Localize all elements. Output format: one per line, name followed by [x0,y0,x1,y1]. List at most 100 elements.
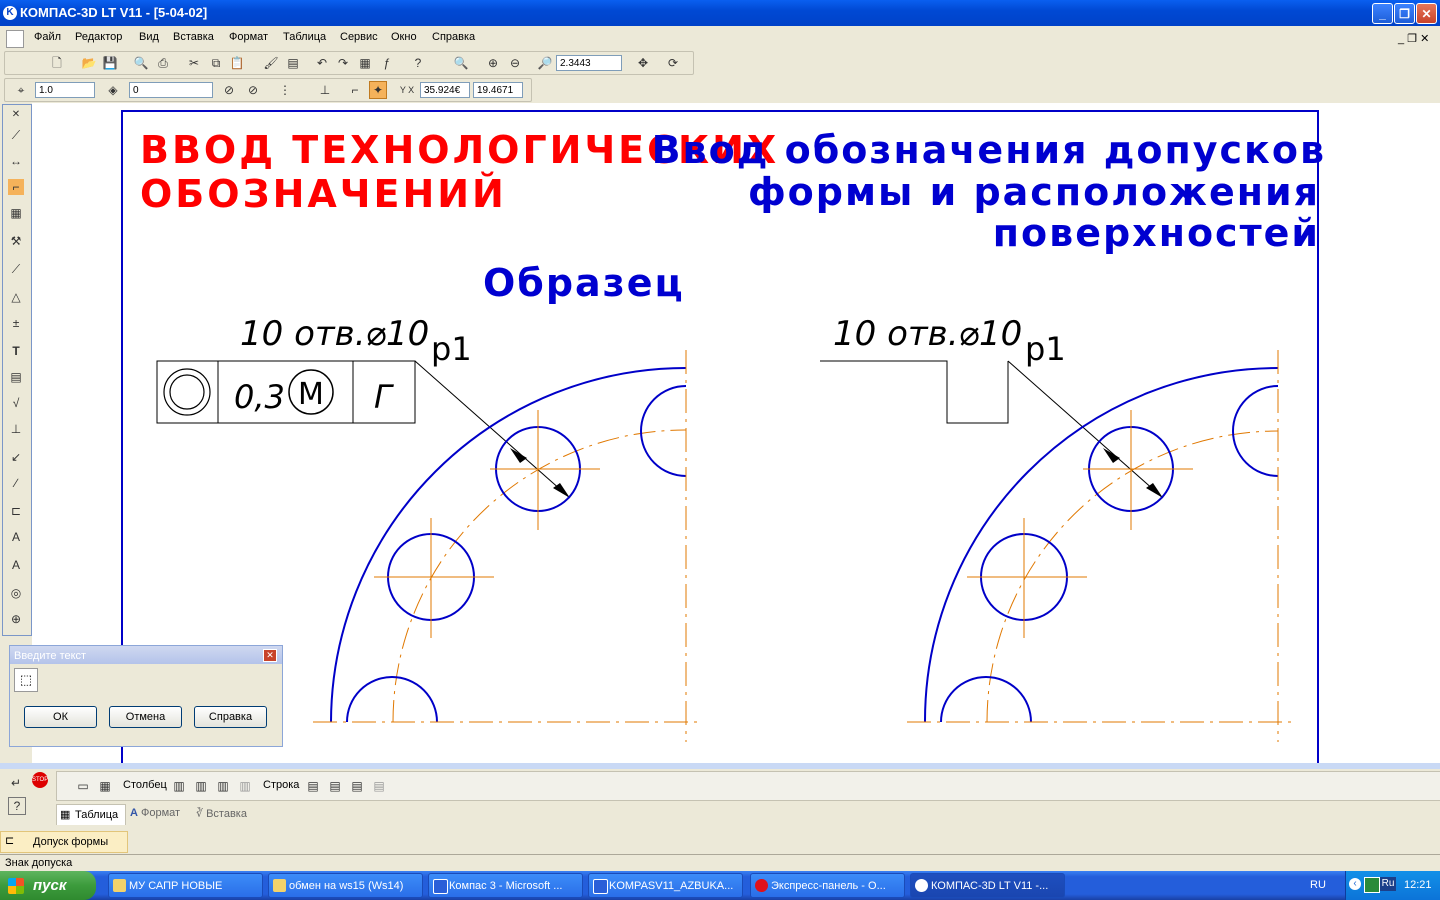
mdi-controls[interactable]: _ ❐ ✕ [1398,32,1429,45]
spec-icon[interactable]: ± [8,315,24,331]
tray-app-icon[interactable] [1364,877,1380,893]
tab-format[interactable]: A Формат [130,807,180,819]
cancel-button[interactable]: Отмена [109,706,182,728]
variables-icon[interactable]: ƒ [379,55,395,71]
roughness-icon[interactable]: √ [8,395,24,411]
stop-icon[interactable]: STOP [32,772,48,788]
zoom-out-icon[interactable]: ⊖ [507,55,523,71]
cut-icon[interactable]: ✂ [186,55,202,71]
taskbar-item-3[interactable]: Компас 3 - Microsoft ... [428,873,583,898]
refresh-icon[interactable]: ⟳ [665,55,681,71]
designations-icon[interactable]: ⌐ [8,179,24,195]
menu-format[interactable]: Формат [229,31,268,43]
column-add-icon[interactable]: ▥ [193,778,209,794]
zoom-scale-icon[interactable]: 🔎 [537,55,553,71]
form-tolerance-icon[interactable]: ⊏ [8,503,24,519]
menu-edit[interactable]: Редактор [75,31,122,43]
tray-arrow-icon[interactable]: ‹ [1349,878,1361,890]
taskbar-item-2[interactable]: обмен на ws15 (Ws14) [268,873,423,898]
column-insert-icon[interactable]: ▥ [171,778,187,794]
detail-view-icon[interactable]: ◎ [8,585,24,601]
base-icon[interactable]: ⊥ [8,421,24,437]
paste-icon[interactable]: 📋 [229,55,245,71]
table-grid-icon[interactable]: ▦ [97,778,113,794]
ortho-icon[interactable]: ⌐ [347,82,363,98]
panel-close-icon[interactable]: ✕ [8,107,24,123]
geometry-icon[interactable]: ⟋ [8,127,24,143]
taskbar-item-4[interactable]: KOMPASV11_AZBUKA... [588,873,743,898]
format-brush-icon[interactable]: 🖌 [263,55,279,71]
coord-x-field[interactable]: 35.924€ [420,82,470,98]
layer-icon[interactable]: ◈ [105,82,121,98]
properties-icon[interactable]: ▤ [285,55,301,71]
print-preview-icon[interactable]: 🔍 [133,55,149,71]
measure-icon[interactable]: ⟋ [8,261,24,277]
kompas-icon[interactable]: K [3,6,17,20]
menu-view[interactable]: Вид [139,31,159,43]
copy-icon[interactable]: ⧉ [208,55,224,71]
column-delete-icon[interactable]: ▥ [237,778,253,794]
taskbar-item-6[interactable]: КОМПАС-3D LT V11 -... [910,873,1065,898]
dimensions-icon[interactable]: ↔ [8,153,24,169]
restore-button[interactable]: ❐ [1394,3,1415,24]
axis-icon[interactable]: ⊕ [8,611,24,627]
help-button[interactable]: Справка [194,706,267,728]
menu-file[interactable]: Файл [34,31,61,43]
print-icon[interactable]: ⎙ [155,55,171,71]
ok-button[interactable]: ОК [24,706,97,728]
language-indicator[interactable]: RU [1310,879,1326,891]
help-icon[interactable]: ? [8,797,26,815]
tray-lang-icon[interactable]: Ru [1380,877,1396,891]
enter-icon[interactable]: ↵ [8,775,24,791]
menu-help[interactable]: Справка [432,31,475,43]
grid-icon[interactable]: ⋮ [277,82,293,98]
active-command-item[interactable]: ⊏ Допуск формы [0,831,128,853]
special-symbol-icon[interactable]: ⬚ [14,668,38,692]
snap-settings-icon[interactable]: ⊘ [245,82,261,98]
help-pointer-icon[interactable]: ? [410,55,426,71]
manager-icon[interactable]: ▦ [357,55,373,71]
cut-line-icon[interactable]: A [8,529,24,545]
row-add-icon[interactable]: ▤ [327,778,343,794]
dialog-close-icon[interactable]: ✕ [263,649,277,662]
snap-icon[interactable]: ⊘ [221,82,237,98]
taskbar-item-5[interactable]: Экспресс-панель - O... [750,873,905,898]
menu-window[interactable]: Окно [391,31,417,43]
view-arrow-icon[interactable]: A [8,557,24,573]
redo-icon[interactable]: ↷ [335,55,351,71]
editing-icon[interactable]: ▦ [8,205,24,221]
tab-insert[interactable]: ∛ Вставка [196,807,247,820]
open-icon[interactable]: 📂 [81,55,97,71]
zoom-window-icon[interactable]: 🔍 [453,55,469,71]
menu-service[interactable]: Сервис [340,31,378,43]
close-button[interactable]: ✕ [1416,3,1437,24]
menu-insert[interactable]: Вставка [173,31,214,43]
start-button[interactable]: пуск [0,871,96,900]
undo-icon[interactable]: ↶ [314,55,330,71]
table-icon[interactable]: ▤ [8,369,24,385]
coord-y-field[interactable]: 19.4671 [473,82,523,98]
mark-icon[interactable]: ∕ [8,475,24,491]
leader-icon[interactable]: ↙ [8,449,24,465]
row-split-icon[interactable]: ▤ [349,778,365,794]
pan-icon[interactable]: ✥ [635,55,651,71]
column-split-icon[interactable]: ▥ [215,778,231,794]
minimize-button[interactable]: _ [1372,3,1393,24]
document-icon[interactable] [6,30,24,48]
table-frame-icon[interactable]: ▭ [75,778,91,794]
round-icon[interactable]: ✦ [369,81,387,99]
layer-select[interactable]: 0 [129,82,213,98]
select-icon[interactable]: △ [8,289,24,305]
menu-table[interactable]: Таблица [283,31,326,43]
row-insert-icon[interactable]: ▤ [305,778,321,794]
row-delete-icon[interactable]: ▤ [371,778,387,794]
save-icon[interactable]: 💾 [102,55,118,71]
zoom-in-icon[interactable]: ⊕ [485,55,501,71]
line-scale-select[interactable]: 1.0 [35,82,95,98]
step-icon[interactable]: ⌖ [13,82,29,98]
local-cs-icon[interactable]: ⊥ [317,82,333,98]
text-icon[interactable]: T [8,343,24,359]
taskbar-item-1[interactable]: МУ САПР НОВЫЕ [108,873,263,898]
new-document-icon[interactable]: 🗋 [49,55,65,71]
parametrization-icon[interactable]: ⚒ [8,233,24,249]
